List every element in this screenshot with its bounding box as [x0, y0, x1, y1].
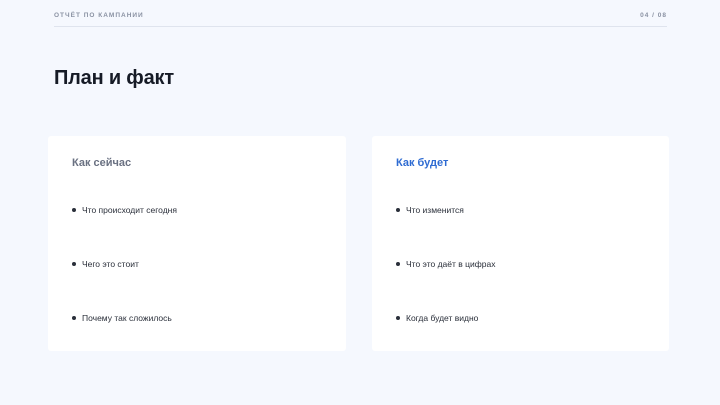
- list-item: Что это даёт в цифрах: [396, 259, 495, 269]
- slide: ОТЧЁТ ПО КАМПАНИИ 04 / 08 План и факт Ка…: [0, 0, 720, 405]
- list-item: Что происходит сегодня: [72, 205, 177, 215]
- current-state-card: Как сейчас Что происходит сегодня Чего э…: [48, 136, 346, 351]
- bullet-icon: [396, 262, 400, 266]
- slide-header: ОТЧЁТ ПО КАМПАНИИ 04 / 08: [54, 11, 667, 27]
- current-state-heading: Как сейчас: [72, 157, 132, 169]
- bullet-icon: [72, 316, 76, 320]
- page-indicator: 04 / 08: [640, 12, 667, 19]
- future-state-heading: Как будет: [396, 157, 449, 169]
- list-item-text: Что изменится: [406, 205, 464, 215]
- bullet-icon: [72, 262, 76, 266]
- list-item: Чего это стоит: [72, 259, 139, 269]
- list-item-text: Что происходит сегодня: [82, 205, 177, 215]
- list-item: Когда будет видно: [396, 313, 478, 323]
- section-label: ОТЧЁТ ПО КАМПАНИИ: [54, 12, 144, 19]
- bullet-icon: [396, 208, 400, 212]
- slide-title: План и факт: [54, 67, 174, 89]
- future-state-card: Как будет Что изменится Что это даёт в ц…: [372, 136, 669, 351]
- list-item-text: Чего это стоит: [82, 259, 139, 269]
- bullet-icon: [396, 316, 400, 320]
- list-item: Почему так сложилось: [72, 313, 172, 323]
- list-item: Что изменится: [396, 205, 464, 215]
- list-item-text: Что это даёт в цифрах: [406, 259, 496, 269]
- list-item-text: Почему так сложилось: [82, 313, 172, 323]
- bullet-icon: [72, 208, 76, 212]
- list-item-text: Когда будет видно: [406, 313, 479, 323]
